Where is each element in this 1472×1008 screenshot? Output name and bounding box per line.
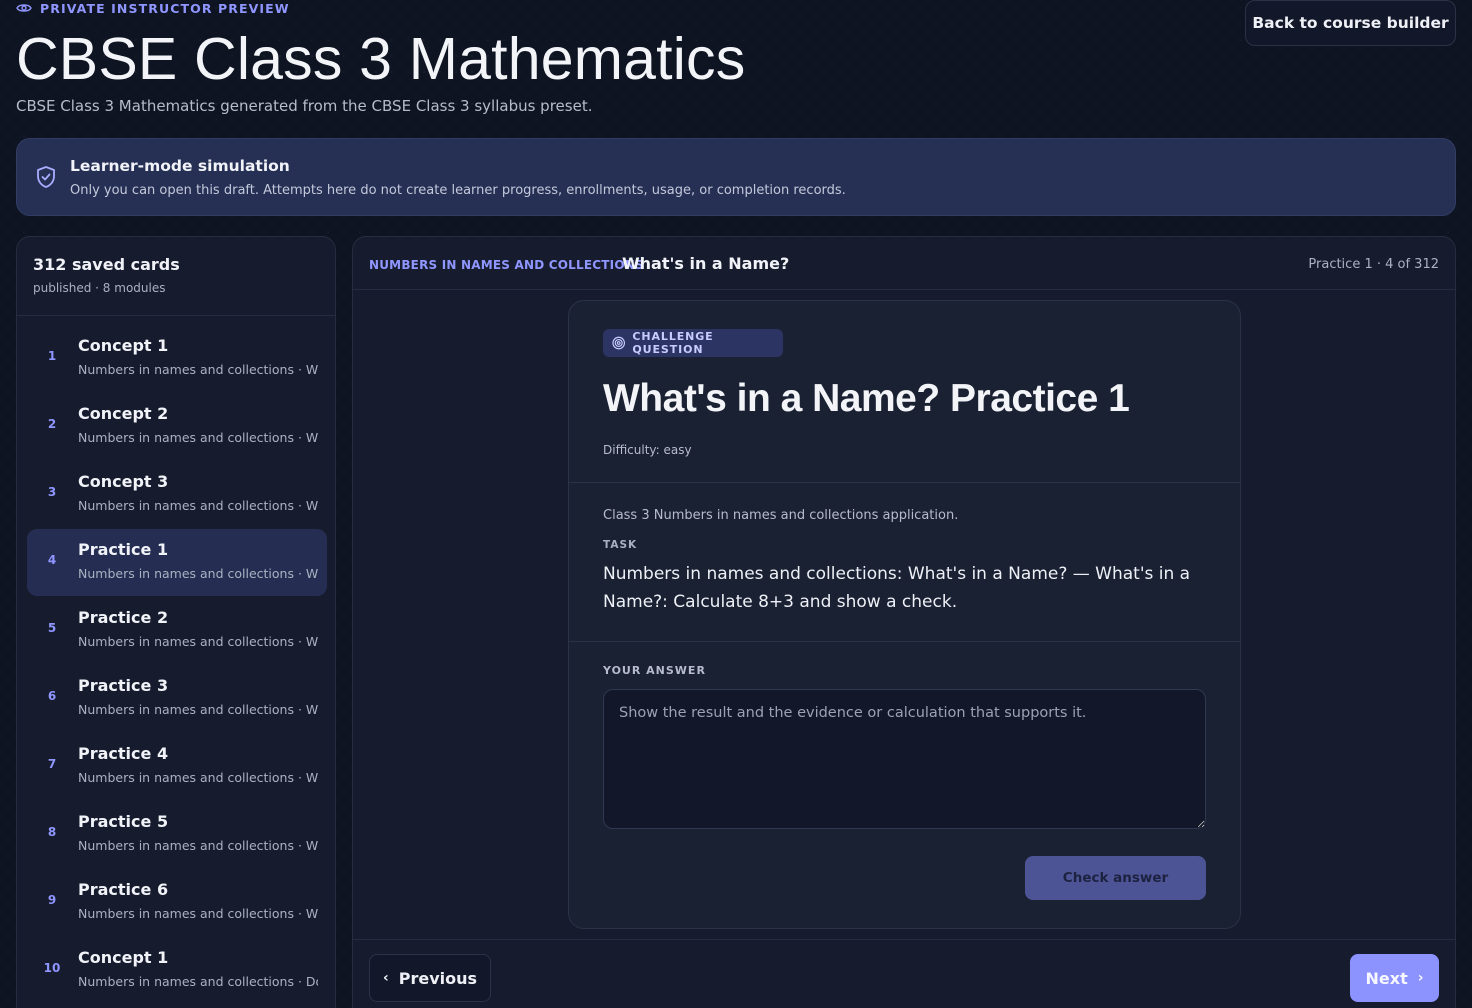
task-label: TASK <box>603 539 638 551</box>
sidebar-meta: published · 8 modules <box>33 281 166 295</box>
card-subtitle: Numbers in names and collections · Wh... <box>78 702 318 717</box>
eye-icon <box>16 4 32 12</box>
card-list-item[interactable]: 5 Practice 2 Numbers in names and collec… <box>27 597 327 664</box>
notice-text: Only you can open this draft. Attempts h… <box>70 183 846 198</box>
card-sidebar: 312 saved cards published · 8 modules 1 … <box>16 236 336 1008</box>
preview-eyebrow-label: PRIVATE INSTRUCTOR PREVIEW <box>40 0 290 16</box>
check-answer-button[interactable]: Check answer <box>1025 856 1206 900</box>
difficulty-label: Difficulty: easy <box>603 443 692 457</box>
page-title: CBSE Class 3 Mathematics <box>16 26 746 92</box>
chevron-right-icon: › <box>1417 970 1424 986</box>
card-title: Practice 5 <box>78 812 169 831</box>
card-preview-panel: NUMBERS IN NAMES AND COLLECTIONS What's … <box>352 236 1456 1008</box>
module-breadcrumb: NUMBERS IN NAMES AND COLLECTIONS <box>369 258 644 272</box>
card-list-item[interactable]: 6 Practice 3 Numbers in names and collec… <box>27 665 327 732</box>
card-list-item[interactable]: 7 Practice 4 Numbers in names and collec… <box>27 733 327 800</box>
card-number: 9 <box>47 893 57 907</box>
challenge-question-badge: CHALLENGE QUESTION <box>603 329 783 357</box>
card-navigation-divider <box>353 939 1455 940</box>
card-header: NUMBERS IN NAMES AND COLLECTIONS What's … <box>353 237 1455 290</box>
card-subtitle: Numbers in names and collections · Wh... <box>78 634 318 649</box>
card-subtitle: Numbers in names and collections · Wh... <box>78 430 318 445</box>
card-number: 7 <box>47 757 57 771</box>
card-title: Practice 2 <box>78 608 169 627</box>
divider <box>569 482 1240 483</box>
card-subtitle: Numbers in names and collections · Wh... <box>78 498 318 513</box>
card-title: Practice 1 <box>78 540 169 559</box>
next-button[interactable]: Next › <box>1350 954 1439 1002</box>
card-list-item[interactable]: 2 Concept 2 Numbers in names and collect… <box>27 393 327 460</box>
learner-mode-notice: Learner-mode simulation Only you can ope… <box>16 138 1456 216</box>
answer-input[interactable] <box>603 689 1206 829</box>
previous-button[interactable]: ‹ Previous <box>369 954 491 1002</box>
badge-label: CHALLENGE QUESTION <box>632 330 714 356</box>
card-number: 1 <box>47 349 57 363</box>
sidebar-header: 312 saved cards published · 8 modules <box>17 237 335 316</box>
question-context: Class 3 Numbers in names and collections… <box>603 508 959 523</box>
card-title: Practice 4 <box>78 744 169 763</box>
card-subtitle: Numbers in names and collections · Do... <box>78 974 318 989</box>
card-title: Concept 1 <box>78 336 169 355</box>
card-subtitle: Numbers in names and collections · Wh... <box>78 566 318 581</box>
card-title: Concept 1 <box>78 948 169 967</box>
back-to-course-builder-button[interactable]: Back to course builder <box>1245 0 1456 46</box>
card-subtitle: Numbers in names and collections · Wh... <box>78 838 318 853</box>
card-list-item-active[interactable]: 4 Practice 1 Numbers in names and collec… <box>27 529 327 596</box>
card-number: 3 <box>47 485 57 499</box>
preview-eyebrow: PRIVATE INSTRUCTOR PREVIEW <box>16 0 290 16</box>
card-list-item[interactable]: 1 Concept 1 Numbers in names and collect… <box>27 325 327 392</box>
task-text: Numbers in names and collections: What's… <box>603 564 1191 612</box>
divider <box>569 641 1240 642</box>
saved-cards-count: 312 saved cards <box>33 255 180 274</box>
lesson-breadcrumb: What's in a Name? <box>622 254 790 273</box>
card-list-item[interactable]: 10 Concept 1 Numbers in names and collec… <box>27 937 327 1004</box>
card-subtitle: Numbers in names and collections · Wh... <box>78 362 318 377</box>
card-number: 6 <box>47 689 57 703</box>
answer-label: YOUR ANSWER <box>603 664 706 677</box>
card-list-item[interactable]: 3 Concept 3 Numbers in names and collect… <box>27 461 327 528</box>
card-title: Practice 3 <box>78 676 169 695</box>
card-title: Concept 2 <box>78 404 169 423</box>
card-list-item[interactable]: 8 Practice 5 Numbers in names and collec… <box>27 801 327 868</box>
card-subtitle: Numbers in names and collections · Wh... <box>78 906 318 921</box>
shield-check-icon <box>37 166 55 188</box>
card-number: 8 <box>47 825 57 839</box>
card-subtitle: Numbers in names and collections · Wh... <box>78 770 318 785</box>
card-number: 4 <box>47 553 57 567</box>
notice-title: Learner-mode simulation <box>70 157 290 175</box>
chevron-left-icon: ‹ <box>382 970 389 986</box>
card-title: Concept 3 <box>78 472 169 491</box>
previous-label: Previous <box>398 968 478 988</box>
card-list-item[interactable]: 9 Practice 6 Numbers in names and collec… <box>27 869 327 936</box>
target-icon <box>612 336 626 350</box>
card-number: 10 <box>43 961 61 975</box>
question-card: CHALLENGE QUESTION What's in a Name? Pra… <box>568 300 1241 929</box>
card-number: 5 <box>47 621 57 635</box>
next-label: Next <box>1365 968 1408 988</box>
card-title: Practice 6 <box>78 880 169 899</box>
page-subtitle: CBSE Class 3 Mathematics generated from … <box>16 97 593 115</box>
card-number: 2 <box>47 417 57 431</box>
question-title: What's in a Name? Practice 1 <box>603 377 1130 420</box>
card-position: Practice 1 · 4 of 312 <box>1308 257 1439 272</box>
